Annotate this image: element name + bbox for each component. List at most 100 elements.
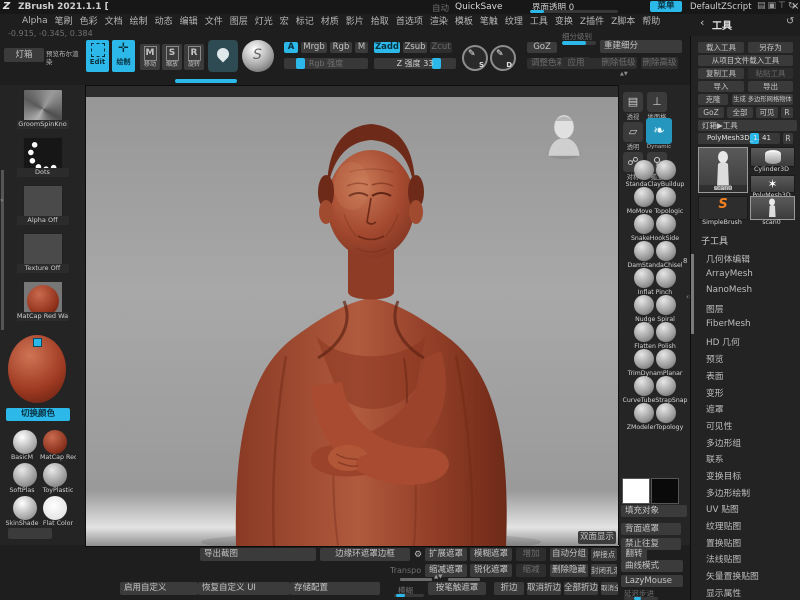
make-polymesh-button[interactable]: 生成 多边形网格物体 [732, 94, 793, 105]
tray-section-header[interactable]: HD 几何 [691, 335, 800, 352]
tray-section-header[interactable]: 变换目标 [691, 469, 800, 486]
uncrease-all-button[interactable]: 取消全部 [601, 582, 618, 595]
tray-section-header[interactable]: 遮罩 [691, 402, 800, 419]
history-icon[interactable]: ↺ [786, 16, 794, 27]
blur-slider[interactable] [394, 594, 424, 597]
transparent-toggle[interactable]: ▱ 透明 [623, 122, 643, 151]
sharpen-mask-button[interactable]: 锐化遮罩 [470, 564, 512, 577]
left-shelf-collapse-icon[interactable]: » [0, 197, 4, 204]
brush-thumb[interactable] [656, 160, 676, 180]
shrink-mask-button[interactable]: 缩减遮罩 [425, 564, 467, 577]
tray-section-header[interactable]: 纹理贴图 [691, 519, 800, 536]
tray-section-header[interactable]: 表面 [691, 369, 800, 386]
close-icon[interactable]: × [791, 1, 799, 12]
tray-section-header[interactable]: 矢量置换贴图 [691, 569, 800, 586]
rebuild-subdiv-button[interactable]: 重建细分 [600, 40, 682, 53]
current-alpha-button[interactable] [208, 40, 238, 72]
secondary-color-swatch[interactable] [33, 338, 42, 347]
menu-item[interactable]: 标记 [296, 14, 314, 27]
tray-section-header[interactable]: 显示属性 [691, 586, 800, 600]
tray-section-header[interactable]: 联系 [691, 452, 800, 469]
import-button[interactable]: 导入 [698, 81, 744, 92]
brush-thumb[interactable] [656, 295, 676, 315]
tray-back-icon[interactable]: ‹ [700, 16, 704, 29]
goz-r-button[interactable]: R [781, 107, 793, 118]
paint-mrgb-button[interactable]: Mrgb [301, 42, 327, 53]
tray-section-header[interactable]: 变形 [691, 386, 800, 403]
material-thumb[interactable] [43, 496, 67, 520]
copy-tool-button[interactable]: 复制工具 [698, 68, 744, 79]
left-shelf-item[interactable]: MatCap Red Wa [0, 281, 85, 321]
scan0-small-thumb[interactable] [750, 196, 795, 220]
brush-pair-row[interactable]: ZModelerTopology [619, 403, 691, 430]
mask-by-stroke-button[interactable]: 按笔触遮罩 [428, 582, 486, 595]
tray-section-header[interactable]: 可见性 [691, 419, 800, 436]
bottom-scroll-arrows[interactable]: ▲▼ [434, 574, 442, 580]
material-thumb[interactable] [13, 463, 37, 487]
delete-hidden-button[interactable]: 删除隐藏 [550, 564, 588, 577]
brush-pair-row[interactable]: CurveTubeStrapSnap [619, 376, 691, 403]
menu-item[interactable]: 拾取 [371, 14, 389, 27]
menu-item[interactable]: 文档 [105, 14, 123, 27]
empty-slot-button[interactable] [8, 528, 52, 539]
menu-item[interactable]: Z脚本 [611, 14, 635, 27]
left-shelf-item[interactable]: Texture Off [0, 233, 85, 273]
menu-item[interactable]: 变换 [555, 14, 573, 27]
grow-button[interactable]: 增加 [516, 548, 546, 561]
load-from-project-button[interactable]: 从项目文件载入工具 [698, 55, 793, 66]
flip-button[interactable]: 翻转 [621, 548, 647, 561]
menu-item[interactable]: 图层 [230, 14, 248, 27]
brush-pair-row[interactable]: StandaClayBuildup [619, 160, 691, 187]
delete-lower-button[interactable]: 删除低级 [600, 57, 637, 69]
cylinder3d-thumb[interactable] [750, 147, 795, 167]
brush-pair-row[interactable]: Nudge Spiral [619, 295, 691, 322]
rotate-button[interactable]: R 旋转 [184, 44, 204, 70]
tray-section-header[interactable]: 法线贴图 [691, 552, 800, 569]
lazy-step-slider[interactable] [624, 597, 658, 600]
quicksave-button[interactable]: QuickSave [455, 2, 503, 12]
menu-item[interactable]: 灯光 [255, 14, 273, 27]
edit-button[interactable]: Edit [86, 40, 109, 72]
move-button[interactable]: M 移动 [140, 44, 160, 70]
brush-thumb[interactable] [634, 376, 654, 396]
tray-section-header[interactable]: FiberMesh [691, 319, 800, 336]
brush-thumb[interactable] [656, 376, 676, 396]
menu-item[interactable]: 首选项 [396, 14, 423, 27]
material-thumb[interactable] [43, 430, 67, 454]
goz-button[interactable]: GoZ [527, 42, 557, 53]
clone-button[interactable]: 克隆 [698, 94, 728, 105]
left-shelf-item[interactable]: GroomSpinKno [0, 89, 85, 129]
ghost-toggle[interactable]: ❧ Dynamic [646, 118, 672, 150]
brush-thumb[interactable] [634, 160, 654, 180]
fill-object-button[interactable]: 填充对象 [621, 505, 687, 517]
goz-tray-button[interactable]: GoZ [698, 107, 724, 118]
menu-item[interactable]: 纹理 [505, 14, 523, 27]
save-as-button[interactable]: 另存为 [748, 42, 793, 53]
blur-mask-button[interactable]: 模糊遮罩 [470, 548, 512, 561]
brush-pair-row[interactable]: SnakeHookSide [619, 214, 691, 241]
shrink-button[interactable]: 缩减 [516, 564, 546, 577]
crease-all-button[interactable]: 全部折边 [564, 582, 598, 595]
tray-scrollbar[interactable] [691, 254, 694, 334]
active-tool-thumb[interactable]: scan0 [698, 147, 748, 193]
goz-all-button[interactable]: 全部 [727, 107, 753, 118]
draw-button[interactable]: ✛ 绘制 [112, 40, 135, 72]
current-material-button[interactable]: S [242, 40, 274, 72]
menu-item[interactable]: 色彩 [80, 14, 98, 27]
brush-pair-row[interactable]: TrimDynamPlanar [619, 349, 691, 376]
brush-thumb[interactable] [656, 241, 676, 261]
brush-thumb[interactable] [634, 214, 654, 234]
load-tool-button[interactable]: 载入工具 [698, 42, 744, 53]
ui-opacity-slider[interactable] [530, 10, 618, 13]
tray-section-header[interactable]: NanoMesh [691, 285, 800, 302]
brush-thumb[interactable] [634, 241, 654, 261]
tray-section-header[interactable]: 多边形绘制 [691, 486, 800, 503]
menu-item[interactable]: 笔刷 [55, 14, 73, 27]
grow-mask-button[interactable]: 扩展遮罩 [425, 548, 467, 561]
gear-icon[interactable]: ⚙ [414, 550, 422, 560]
tray-section-header[interactable]: 预览 [691, 352, 800, 369]
material-thumb[interactable] [13, 496, 37, 520]
dynamic-mode-button[interactable]: ✎ D [490, 45, 516, 71]
menu-item[interactable]: Z插件 [580, 14, 604, 27]
autogroups-button[interactable]: 自动分组 [550, 548, 588, 561]
